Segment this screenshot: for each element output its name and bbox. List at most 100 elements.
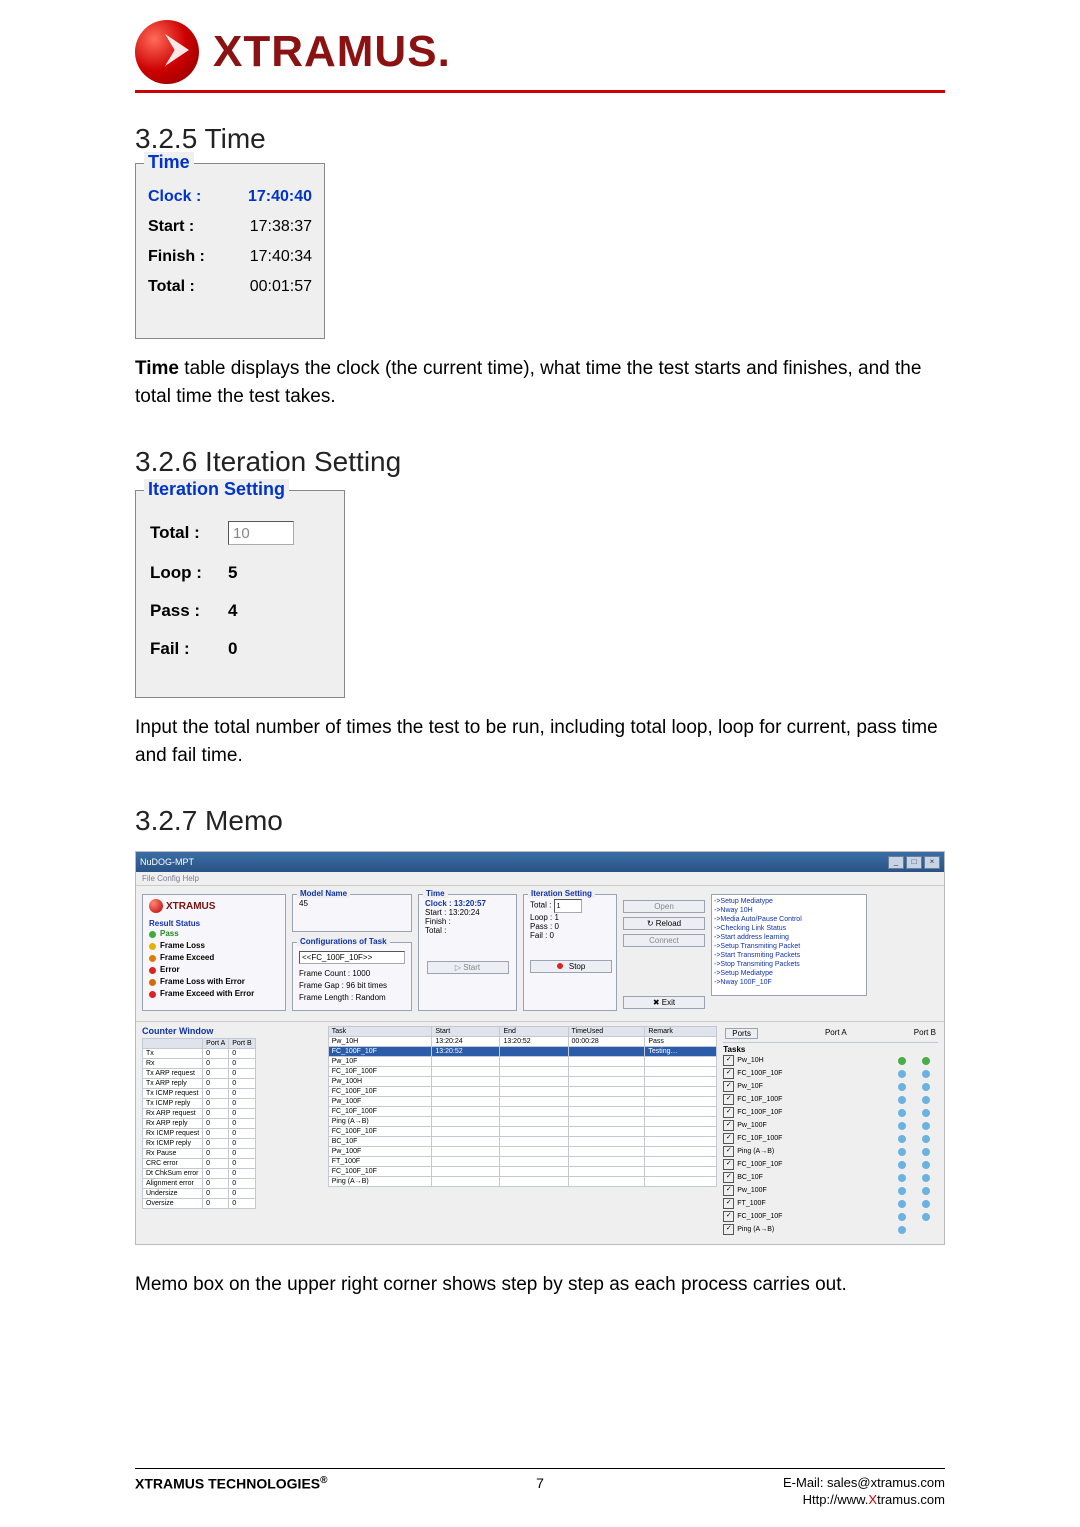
app-titlebar: NuDOG-MPT _ □ ×	[136, 852, 944, 872]
ports-task-row: ✓Pw_10H	[723, 1054, 938, 1067]
conf-lines: Frame Count : 1000Frame Gap : 96 bit tim…	[299, 968, 405, 1004]
task-checkbox[interactable]: ✓	[723, 1055, 734, 1066]
time-start-label: Start :	[148, 218, 194, 236]
status-dot-icon	[922, 1174, 930, 1182]
task-checkbox[interactable]: ✓	[723, 1081, 734, 1092]
status-dot-icon	[149, 931, 156, 938]
status-dot-icon	[922, 1122, 930, 1130]
task-checkbox[interactable]: ✓	[723, 1159, 734, 1170]
task-checkbox[interactable]: ✓	[723, 1120, 734, 1131]
iteration-row-total: Total :	[150, 521, 330, 545]
reload-button[interactable]: ↻ Reload	[623, 917, 705, 930]
task-checkbox[interactable]: ✓	[723, 1198, 734, 1209]
status-dot-icon	[922, 1148, 930, 1156]
result-status-item: Frame Exceed with Error	[149, 988, 279, 1000]
task-checkbox[interactable]: ✓	[723, 1068, 734, 1079]
task-checkbox[interactable]: ✓	[723, 1211, 734, 1222]
status-dot-icon	[922, 1070, 930, 1078]
start-button[interactable]: ▷ Start	[427, 961, 509, 974]
ports-task-row: ✓Ping (A→B)	[723, 1145, 938, 1158]
status-dot-icon	[898, 1057, 906, 1065]
mini-iter-title: Iteration Setting	[528, 889, 595, 898]
result-status-list: PassFrame LossFrame ExceedErrorFrame Los…	[149, 928, 279, 1000]
model-name-title: Model Name	[297, 889, 350, 898]
time-body-text: Time table displays the clock (the curre…	[135, 355, 945, 410]
counter-table: Port APort BTx00Rx00Tx ARP request00Tx A…	[142, 1038, 256, 1209]
iteration-fail-label: Fail :	[150, 639, 228, 659]
ports-task-row: ✓FT_100F	[723, 1197, 938, 1210]
time-clock-value: 17:40:40	[248, 188, 312, 206]
status-dot-icon	[922, 1083, 930, 1091]
result-status-item: Frame Exceed	[149, 952, 279, 964]
conf-title: Configurations of Task	[297, 937, 390, 946]
mini-time-clock: Clock : 13:20:57	[425, 899, 510, 908]
iteration-row-pass: Pass : 4	[150, 601, 330, 621]
section-heading-time: 3.2.5 Time	[135, 123, 945, 155]
iteration-total-input[interactable]	[228, 521, 294, 545]
ports-task-row: ✓BC_10F	[723, 1171, 938, 1184]
mini-iter-pass: Pass : 0	[530, 922, 610, 931]
iteration-total-label: Total :	[150, 523, 228, 543]
ports-task-row: ✓Pw_100F	[723, 1184, 938, 1197]
status-dot-icon	[922, 1200, 930, 1208]
status-dot-icon	[922, 1187, 930, 1195]
iteration-pass-value: 4	[228, 601, 237, 621]
task-checkbox[interactable]: ✓	[723, 1107, 734, 1118]
app-title: NuDOG-MPT	[140, 857, 194, 867]
task-checkbox[interactable]: ✓	[723, 1094, 734, 1105]
mini-iter-total-input[interactable]	[554, 899, 582, 913]
time-total-label: Total :	[148, 278, 195, 296]
exit-button[interactable]: ✖ Exit	[623, 996, 705, 1009]
iteration-loop-value: 5	[228, 563, 237, 583]
open-button[interactable]: Open	[623, 900, 705, 913]
task-checkbox[interactable]: ✓	[723, 1146, 734, 1157]
ports-task-row: ✓FC_10F_100F	[723, 1093, 938, 1106]
status-dot-icon	[149, 943, 156, 950]
stop-button[interactable]: Stop	[530, 960, 612, 973]
iteration-fail-value: 0	[228, 639, 237, 659]
status-dot-icon	[922, 1096, 930, 1104]
ports-button[interactable]: Ports	[725, 1028, 758, 1039]
ports-header-a: Port A	[825, 1028, 847, 1039]
status-dot-icon	[149, 979, 156, 986]
status-dot-icon	[898, 1096, 906, 1104]
status-dot-icon	[922, 1161, 930, 1169]
close-icon[interactable]: ×	[924, 856, 940, 869]
iteration-row-fail: Fail : 0	[150, 639, 330, 659]
result-status-item: Frame Loss with Error	[149, 976, 279, 988]
section-heading-memo: 3.2.7 Memo	[135, 805, 945, 837]
mini-time-total: Total :	[425, 926, 510, 935]
time-finish-value: 17:40:34	[250, 248, 312, 266]
minimize-icon[interactable]: _	[888, 856, 904, 869]
status-dot-icon	[149, 967, 156, 974]
time-start-value: 17:38:37	[250, 218, 312, 236]
connect-button[interactable]: Connect	[623, 934, 705, 947]
ports-task-row: ✓FC_100F_10F	[723, 1210, 938, 1223]
status-dot-icon	[922, 1135, 930, 1143]
memo-screenshot: NuDOG-MPT _ □ × File Config Help XTRAMUS…	[135, 851, 945, 1245]
time-clock-label: Clock :	[148, 188, 201, 206]
task-checkbox[interactable]: ✓	[723, 1185, 734, 1196]
result-status-title: Result Status	[149, 919, 279, 928]
status-dot-icon	[922, 1057, 930, 1065]
footer-url: Http://www.Xtramus.com	[783, 1492, 945, 1509]
ports-task-row: ✓Pw_10F	[723, 1080, 938, 1093]
memo-log-box: ->Setup Mediatype->Nway 10H->Media Auto/…	[711, 894, 867, 996]
status-dot-icon	[922, 1213, 930, 1221]
task-checkbox[interactable]: ✓	[723, 1172, 734, 1183]
status-dot-icon	[898, 1122, 906, 1130]
maximize-icon[interactable]: □	[906, 856, 922, 869]
result-status-item: Error	[149, 964, 279, 976]
footer-page-number: 7	[135, 1475, 945, 1491]
ports-header-b: Port B	[914, 1028, 936, 1039]
time-row-finish: Finish : 17:40:34	[148, 248, 312, 266]
app-menubar[interactable]: File Config Help	[136, 872, 944, 886]
task-checkbox[interactable]: ✓	[723, 1133, 734, 1144]
task-checkbox[interactable]: ✓	[723, 1224, 734, 1235]
mini-time-title: Time	[423, 889, 448, 898]
status-dot-icon	[898, 1200, 906, 1208]
result-status-item: Frame Loss	[149, 940, 279, 952]
status-dot-icon	[898, 1109, 906, 1117]
time-body-bold: Time	[135, 358, 179, 379]
status-dot-icon	[898, 1161, 906, 1169]
